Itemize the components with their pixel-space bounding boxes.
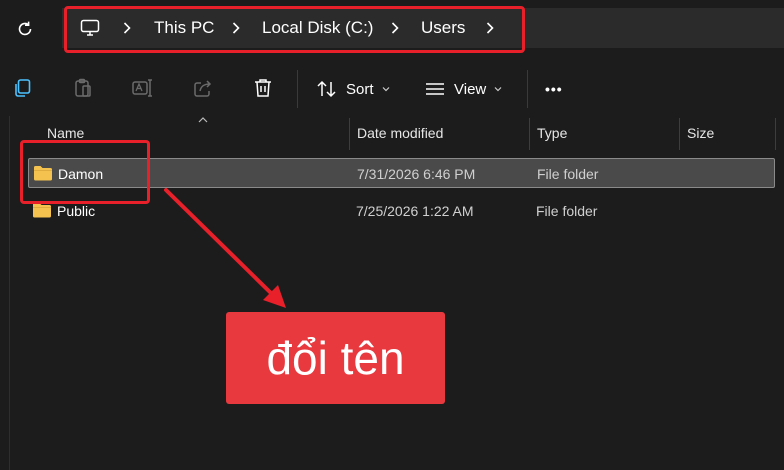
column-date-modified[interactable]: Date modified: [357, 116, 443, 150]
share-icon[interactable]: [190, 75, 216, 101]
column-divider[interactable]: [679, 118, 680, 150]
address-bar[interactable]: This PC Local Disk (C:) Users: [62, 8, 784, 48]
column-size[interactable]: Size: [687, 116, 714, 150]
sort-label: Sort: [346, 80, 374, 98]
address-row: This PC Local Disk (C:) Users: [0, 0, 784, 56]
toolbar-divider: [297, 70, 298, 108]
chevron-right-icon[interactable]: [228, 20, 244, 36]
column-divider[interactable]: [529, 118, 530, 150]
sort-button[interactable]: Sort: [316, 70, 390, 108]
file-type: File folder: [537, 166, 599, 182]
file-name[interactable]: Damon: [58, 159, 103, 189]
chevron-right-icon[interactable]: [482, 20, 498, 36]
view-button[interactable]: View: [424, 70, 502, 108]
table-row[interactable]: Public 7/25/2026 1:22 AM File folder: [28, 196, 775, 226]
breadcrumb-local-disk[interactable]: Local Disk (C:): [262, 8, 373, 48]
breadcrumb-this-pc[interactable]: This PC: [154, 8, 214, 48]
rename-callout: đổi tên: [226, 312, 445, 404]
column-name[interactable]: Name: [47, 116, 84, 150]
monitor-icon[interactable]: [80, 8, 100, 48]
toolbar-divider: [527, 70, 528, 108]
column-divider[interactable]: [775, 118, 776, 150]
file-type: File folder: [536, 203, 598, 219]
command-bar: Sort View •••: [0, 62, 784, 116]
paste-icon[interactable]: [70, 75, 96, 101]
rename-icon[interactable]: [130, 75, 156, 101]
folder-icon: [34, 166, 52, 181]
column-type[interactable]: Type: [537, 116, 567, 150]
breadcrumb-users[interactable]: Users: [421, 8, 465, 48]
file-date-modified: 7/25/2026 1:22 AM: [356, 203, 474, 219]
table-row[interactable]: Damon 7/31/2026 6:46 PM File folder: [28, 158, 775, 188]
sort-icon: [317, 80, 336, 98]
delete-icon[interactable]: [250, 75, 276, 101]
chevron-down-icon: [494, 87, 502, 92]
file-name[interactable]: Public: [57, 196, 95, 226]
more-options-button[interactable]: •••: [545, 70, 563, 108]
chevron-right-icon[interactable]: [387, 20, 403, 36]
view-list-icon: [426, 83, 444, 95]
copy-icon[interactable]: [10, 75, 36, 101]
chevron-down-icon: [382, 87, 389, 92]
sort-ascending-icon: [198, 117, 208, 123]
column-divider[interactable]: [349, 118, 350, 150]
chevron-right-icon[interactable]: [119, 20, 135, 36]
refresh-icon[interactable]: [12, 16, 38, 42]
view-label: View: [454, 80, 487, 98]
column-header-row: Name Date modified Type Size: [10, 116, 784, 150]
navigation-pane-edge[interactable]: [0, 116, 10, 470]
folder-icon: [33, 203, 51, 218]
file-date-modified: 7/31/2026 6:46 PM: [357, 166, 476, 182]
